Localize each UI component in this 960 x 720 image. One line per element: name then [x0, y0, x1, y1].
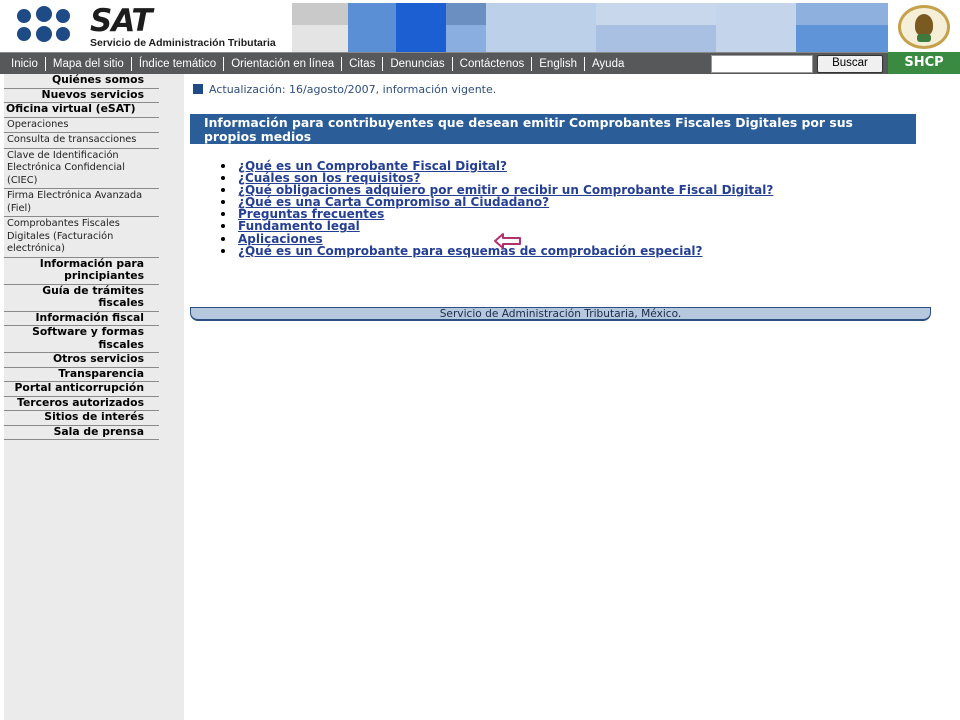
update-line: Actualización: 16/agosto/2007, informaci… [193, 82, 496, 96]
sat-logo[interactable]: SAT Servicio de Administración Tributari… [14, 3, 294, 50]
header-banner [292, 3, 888, 52]
page-title: Información para contribuyentes que dese… [190, 114, 916, 144]
sidebar-item-ciec[interactable]: Clave de Identificación Electrónica Conf… [4, 149, 159, 189]
bullet-icon [221, 224, 225, 229]
sidebar-item-oficina-virtual[interactable]: Oficina virtual (eSAT) [4, 102, 159, 118]
bullet-icon [221, 176, 225, 181]
logo-dot [17, 27, 31, 41]
footer-bar: Servicio de Administración Tributaria, M… [190, 307, 931, 321]
sidebar-item-principiantes[interactable]: Información para principiantes [4, 257, 159, 285]
nav-ayuda[interactable]: Ayuda [583, 57, 631, 71]
link-comprobante-esquemas[interactable]: ¿Qué es un Comprobante para esquemas de … [238, 244, 703, 258]
update-text: Actualización: 16/agosto/2007, informaci… [209, 82, 497, 96]
sidebar-item-transparencia[interactable]: Transparencia [4, 367, 159, 382]
bullet-icon [221, 164, 225, 168]
nav-mapa-del-sitio[interactable]: Mapa del sitio [44, 57, 131, 71]
bullet-icon [221, 188, 225, 193]
nav-items: Inicio Mapa del sitio Índice temático Or… [0, 53, 631, 75]
top-nav: Inicio Mapa del sitio Índice temático Or… [0, 52, 888, 74]
arrow-left-icon [494, 233, 521, 249]
bullet-icon [221, 200, 225, 205]
sidebar-menu: Quiénes somos Nuevos servicios Oficina v… [4, 73, 159, 440]
header: SAT Servicio de Administración Tributari… [0, 0, 960, 52]
update-square-icon [193, 84, 203, 94]
seal-eagle [915, 14, 933, 36]
sidebar-item-sala-prensa[interactable]: Sala de prensa [4, 425, 159, 440]
mexico-seal-icon [888, 3, 960, 52]
sidebar-item-fiel[interactable]: Firma Electrónica Avanzada (Fiel) [4, 189, 159, 217]
nav-english[interactable]: English [531, 57, 584, 71]
sidebar-item-comprobantes-fiscales[interactable]: Comprobantes Fiscales Digitales (Factura… [4, 217, 159, 258]
sidebar-item-otros-servicios[interactable]: Otros servicios [4, 352, 159, 368]
seal-ring [898, 5, 950, 49]
logo-dot [36, 26, 52, 42]
sidebar-item-consulta-transacciones[interactable]: Consulta de transacciones [4, 133, 159, 149]
sidebar-item-nuevos-servicios[interactable]: Nuevos servicios [4, 88, 159, 103]
nav-inicio[interactable]: Inicio [0, 57, 45, 71]
main-content: Actualización: 16/agosto/2007, informaci… [190, 74, 960, 720]
sidebar-item-software-formas[interactable]: Software y formas fiscales [4, 325, 159, 353]
nav-orientacion-en-linea[interactable]: Orientación en línea [223, 57, 341, 71]
sidebar-item-sitios-interes[interactable]: Sitios de interés [4, 410, 159, 426]
sidebar-item-operaciones[interactable]: Operaciones [4, 118, 159, 133]
sidebar-item-terceros-autorizados[interactable]: Terceros autorizados [4, 396, 159, 411]
logo-title: SAT [90, 3, 152, 39]
shcp-label[interactable]: SHCP [888, 52, 960, 74]
search-button[interactable]: Buscar [817, 55, 883, 73]
logo-dot [36, 6, 52, 22]
bullet-icon [221, 236, 225, 241]
logo-dot [56, 9, 70, 23]
sidebar: Quiénes somos Nuevos servicios Oficina v… [4, 73, 184, 720]
search-input[interactable] [711, 55, 813, 73]
seal-cactus [917, 34, 931, 42]
logo-subtitle: Servicio de Administración Tributaria [90, 37, 276, 49]
logo-dot [17, 9, 31, 23]
sidebar-item-informacion-fiscal[interactable]: Información fiscal [4, 311, 159, 326]
sidebar-item-portal-anticorrupcion[interactable]: Portal anticorrupción [4, 381, 159, 397]
logo-dot [56, 27, 70, 41]
bullet-icon [221, 212, 225, 217]
nav-citas[interactable]: Citas [341, 57, 382, 71]
bullet-icon [221, 248, 225, 253]
nav-denuncias[interactable]: Denuncias [382, 57, 451, 71]
sidebar-item-quienes-somos[interactable]: Quiénes somos [4, 73, 159, 89]
nav-contactenos[interactable]: Contáctenos [451, 57, 532, 71]
nav-indice-tematico[interactable]: Índice temático [130, 57, 223, 71]
sidebar-item-guia-tramites[interactable]: Guía de trámites fiscales [4, 284, 159, 312]
